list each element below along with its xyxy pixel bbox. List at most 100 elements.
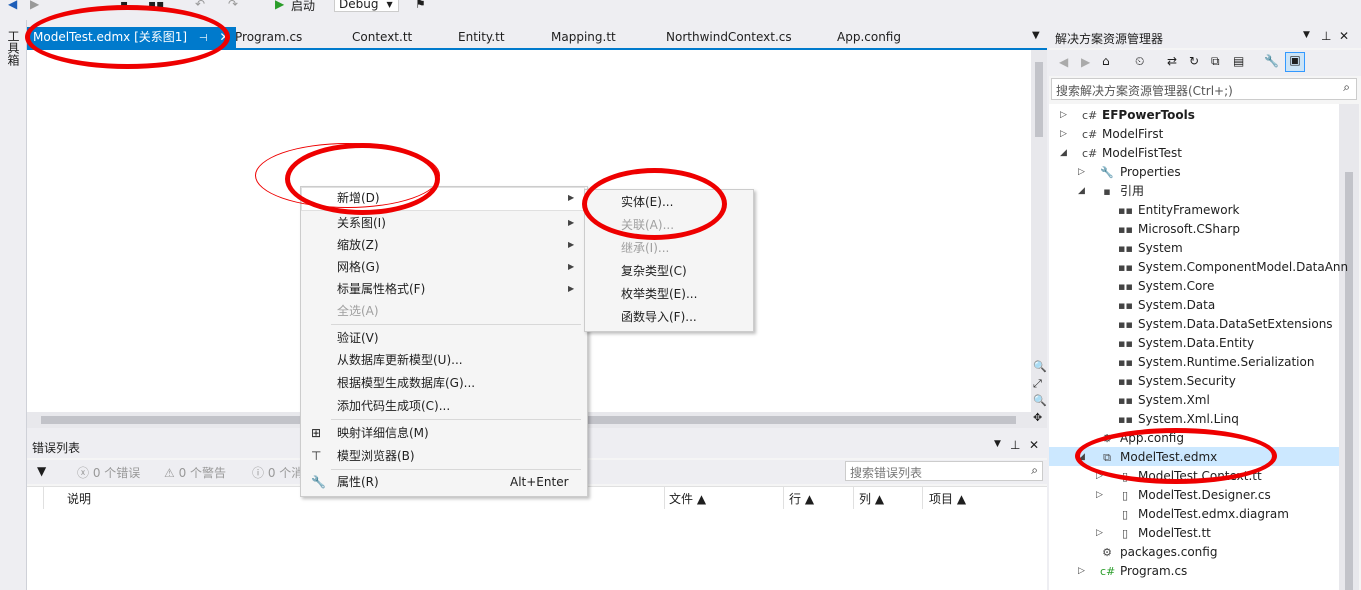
menu-separator	[331, 419, 581, 420]
menu-item-add-codegen[interactable]: 添加代码生成项(C)...	[301, 395, 585, 417]
sync-icon[interactable]: ⇄	[1167, 54, 1177, 68]
expand-icon[interactable]: ▷	[1096, 524, 1106, 543]
menu-item-validate[interactable]: 验证(V)	[301, 327, 585, 349]
designer-vertical-scrollbar[interactable]: 🔍 ⤢ 🔍 ✥	[1031, 50, 1047, 428]
scroll-thumb[interactable]	[1035, 62, 1043, 137]
config-select[interactable]: Debug ▼	[334, 0, 399, 12]
expand-icon[interactable]: ▷	[1060, 125, 1070, 144]
file-icon: ▯	[1121, 489, 1129, 502]
file-icon: ▯	[1121, 527, 1129, 540]
column-line[interactable]: 行 ▲	[789, 490, 814, 507]
submenu-item-enum-type[interactable]: 枚举类型(E)...	[585, 283, 751, 305]
submenu-item-inheritance[interactable]: 继承(I)...	[585, 237, 751, 259]
zoom-out-icon[interactable]: 🔍	[1033, 394, 1047, 407]
dropdown-icon[interactable]: ▼	[994, 439, 1001, 449]
submenu-item-function-import[interactable]: 函数导入(F)...	[585, 306, 751, 328]
shortcut-label: Alt+Enter	[510, 475, 569, 489]
tab-program-cs[interactable]: Program.cs	[235, 30, 302, 44]
file-icon: ▯	[1121, 508, 1129, 521]
forward-icon[interactable]: ▶	[30, 0, 39, 11]
dropdown-icon[interactable]: ▼	[1303, 30, 1310, 40]
assembly-icon: ▪▪	[1118, 356, 1133, 369]
assembly-icon: ▪▪	[1118, 375, 1133, 388]
column-file[interactable]: 文件 ▲	[669, 490, 706, 507]
solution-explorer-title: 解决方案资源管理器	[1055, 32, 1164, 46]
search-icon: ⌕	[1343, 80, 1350, 94]
expand-icon[interactable]: ▷	[1078, 562, 1088, 581]
menu-item-model-browser[interactable]: ⊤ 模型浏览器(B)	[301, 445, 585, 467]
annotation-circle	[1075, 428, 1277, 484]
csharp-file-icon: c#	[1100, 565, 1116, 578]
collapse-icon[interactable]: ◢	[1078, 182, 1088, 201]
show-all-files-icon[interactable]: ▤	[1233, 54, 1244, 68]
hierarchy-icon: ⊤	[311, 449, 322, 463]
close-icon[interactable]: ✕	[1029, 438, 1039, 452]
tab-mapping-tt[interactable]: Mapping.tt	[551, 30, 616, 44]
back-icon[interactable]: ◀	[1059, 55, 1068, 69]
undo-icon[interactable]: ↶	[195, 0, 205, 11]
pin-icon[interactable]: ⊥	[1321, 29, 1331, 43]
pin-icon[interactable]: ⊥	[1010, 438, 1020, 452]
refresh-icon[interactable]: ↻	[1189, 54, 1199, 68]
column-project[interactable]: 项目 ▲	[929, 490, 966, 507]
expand-icon[interactable]: ▷	[1078, 163, 1088, 182]
forward-icon[interactable]: ▶	[1081, 55, 1090, 69]
mapping-icon: ⊞	[311, 426, 322, 440]
solution-vertical-scrollbar[interactable]	[1339, 104, 1359, 590]
menu-item-properties[interactable]: 🔧 属性(R) Alt+Enter	[301, 471, 585, 493]
preview-icon[interactable]: ▣	[1285, 52, 1305, 72]
submenu-item-complex-type[interactable]: 复杂类型(C)	[585, 260, 751, 282]
assembly-icon: ▪▪	[1118, 413, 1133, 426]
assembly-icon: ▪▪	[1118, 261, 1133, 274]
filter-icon[interactable]: ▼	[37, 464, 46, 478]
collapse-icon[interactable]: ◢	[1060, 144, 1070, 163]
menu-item-diagram[interactable]: 关系图(I) ▶	[301, 212, 585, 234]
references-icon: ▪	[1103, 185, 1111, 198]
error-search-input[interactable]: 搜索错误列表 ⌕	[845, 461, 1043, 481]
designer-context-menu: 新增(D) ▶ 关系图(I) ▶ 缩放(Z) ▶ 网格(G) ▶ 标量属性格式(F) ▶ …	[300, 186, 588, 497]
assembly-icon: ▪▪	[1118, 204, 1133, 217]
fit-icon[interactable]: ⤢	[1033, 377, 1042, 391]
tab-entity-tt[interactable]: Entity.tt	[458, 30, 505, 44]
expand-icon[interactable]: ▷	[1096, 486, 1106, 505]
expand-icon[interactable]: ▷	[1060, 106, 1070, 125]
solution-search-input[interactable]: 搜索解决方案资源管理器(Ctrl+;) ⌕	[1051, 78, 1357, 100]
assembly-icon: ▪▪	[1118, 242, 1133, 255]
collapse-all-icon[interactable]: ⧉	[1211, 54, 1220, 69]
menu-item-grid[interactable]: 网格(G) ▶	[301, 256, 585, 278]
toolbox-strip[interactable]: 工具箱	[0, 20, 27, 590]
menu-item-generate-db[interactable]: 根据模型生成数据库(G)...	[301, 372, 585, 394]
column-description[interactable]: 说明	[67, 490, 91, 507]
home-icon[interactable]: ⌂	[1102, 54, 1110, 68]
start-button[interactable]: 启动	[291, 0, 315, 14]
warnings-filter-button[interactable]: ⚠ 0 个警告	[164, 464, 226, 481]
error-list-title: 错误列表	[32, 441, 81, 455]
redo-icon[interactable]: ↷	[228, 0, 238, 11]
submenu-arrow-icon: ▶	[568, 262, 575, 271]
attach-icon[interactable]: ⚑	[415, 0, 426, 11]
menu-item-zoom[interactable]: 缩放(Z) ▶	[301, 234, 585, 256]
menu-item-select-all[interactable]: 全选(A)	[301, 300, 585, 322]
menu-item-update-from-db[interactable]: 从数据库更新模型(U)...	[301, 349, 585, 371]
tab-app-config[interactable]: App.config	[837, 30, 901, 44]
messages-filter-button[interactable]: ⓘ 0 个消	[252, 464, 303, 481]
menu-item-mapping-details[interactable]: ⊞ 映射详细信息(M)	[301, 422, 585, 444]
annotation-circle	[25, 5, 230, 69]
start-icon[interactable]: ▶	[275, 0, 284, 11]
back-icon[interactable]: ◀	[8, 0, 17, 11]
tab-northwindcontext-cs[interactable]: NorthwindContext.cs	[666, 30, 792, 44]
properties-icon[interactable]: 🔧	[1264, 54, 1279, 68]
assembly-icon: ▪▪	[1118, 337, 1133, 350]
tab-overflow-icon[interactable]: ▼	[1032, 30, 1040, 41]
column-col[interactable]: 列 ▲	[859, 490, 884, 507]
pending-changes-icon[interactable]: ⏲	[1135, 54, 1144, 69]
scroll-thumb[interactable]	[1345, 172, 1353, 590]
pan-icon[interactable]: ✥	[1033, 411, 1042, 424]
close-icon[interactable]: ✕	[1339, 29, 1349, 43]
errors-filter-button[interactable]: ⓧ 0 个错误	[77, 464, 140, 481]
config-file-icon: ⚙	[1102, 546, 1112, 559]
zoom-in-icon[interactable]: 🔍	[1033, 360, 1047, 373]
menu-item-scalar-format[interactable]: 标量属性格式(F) ▶	[301, 278, 585, 300]
assembly-icon: ▪▪	[1118, 299, 1133, 312]
tab-context-tt[interactable]: Context.tt	[352, 30, 412, 44]
